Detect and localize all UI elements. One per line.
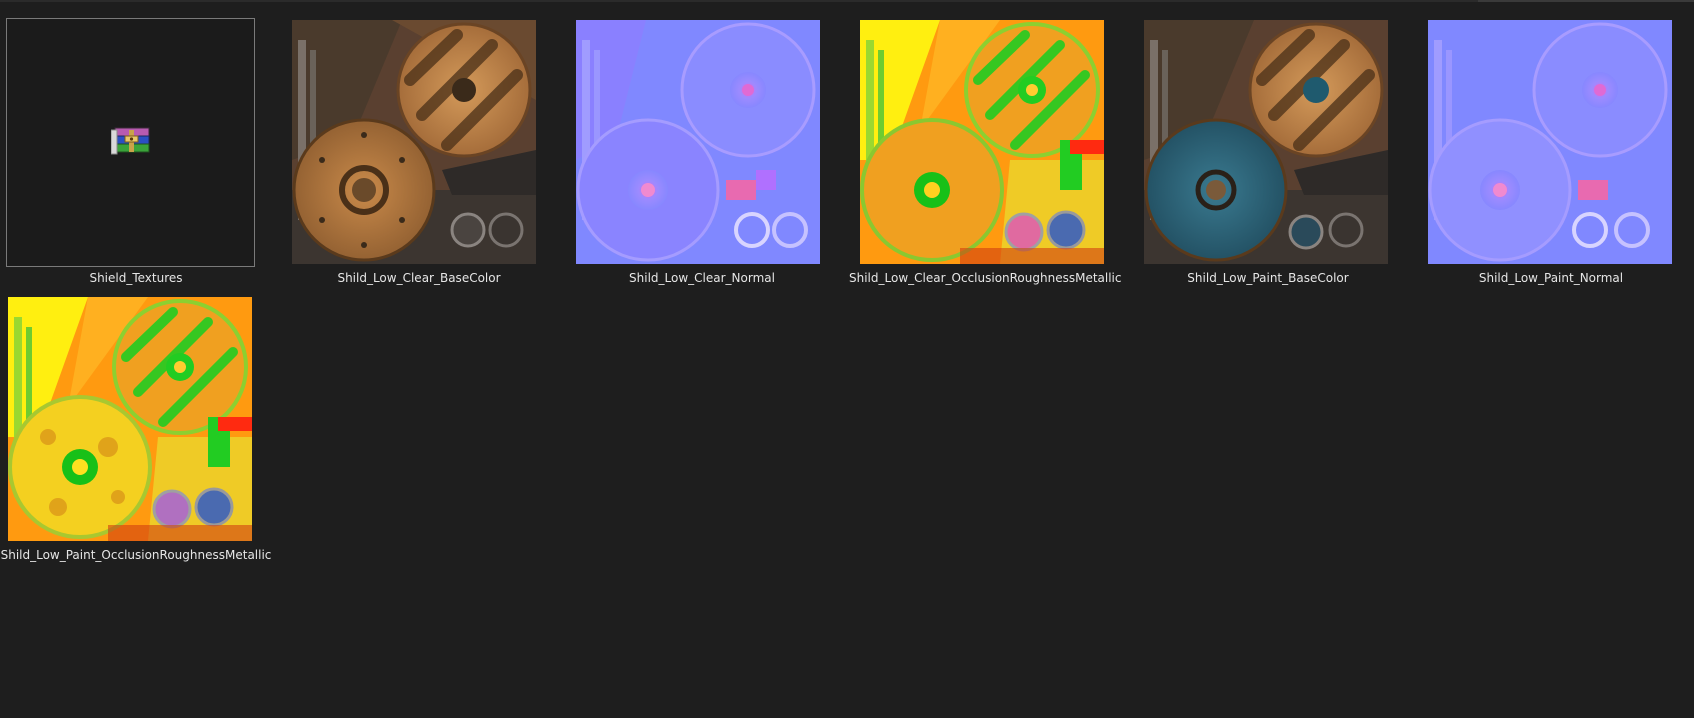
texture-thumbnail	[1428, 20, 1672, 264]
file-name-label: Shild_Low_Paint_Normal	[1478, 271, 1624, 285]
texture-thumbnail	[8, 297, 252, 541]
file-name-label: Shild_Low_Paint_OcclusionRoughnessMetall…	[0, 548, 272, 562]
winrar-archive-icon	[110, 126, 153, 158]
file-tile-paint-normal[interactable]: Shild_Low_Paint_Normal	[1415, 0, 1687, 285]
file-name-label: Shild_Low_Clear_OcclusionRoughnessMetall…	[849, 271, 1122, 285]
file-tile-clear-basecolor[interactable]: Shild_Low_Clear_BaseColor	[283, 0, 555, 285]
file-name-label: Shild_Low_Paint_BaseColor	[1187, 271, 1349, 285]
file-tile-shield-textures[interactable]: Shield_Textures	[0, 0, 272, 285]
file-tile-paint-orm[interactable]: Shild_Low_Paint_OcclusionRoughnessMetall…	[0, 277, 272, 562]
file-explorer-view: Shield_Textures Shild_Low_Clear_BaseColo…	[0, 0, 1694, 718]
file-name-label: Shild_Low_Clear_BaseColor	[337, 271, 501, 285]
texture-thumbnail	[292, 20, 536, 264]
texture-thumbnail	[1144, 20, 1388, 264]
file-tile-clear-normal[interactable]: Shild_Low_Clear_Normal	[566, 0, 838, 285]
file-name-label: Shild_Low_Clear_Normal	[629, 271, 775, 285]
file-tile-clear-orm[interactable]: Shild_Low_Clear_OcclusionRoughnessMetall…	[849, 0, 1122, 285]
texture-thumbnail	[576, 20, 820, 264]
texture-thumbnail	[860, 20, 1104, 264]
file-tile-paint-basecolor[interactable]: Shild_Low_Paint_BaseColor	[1132, 0, 1404, 285]
